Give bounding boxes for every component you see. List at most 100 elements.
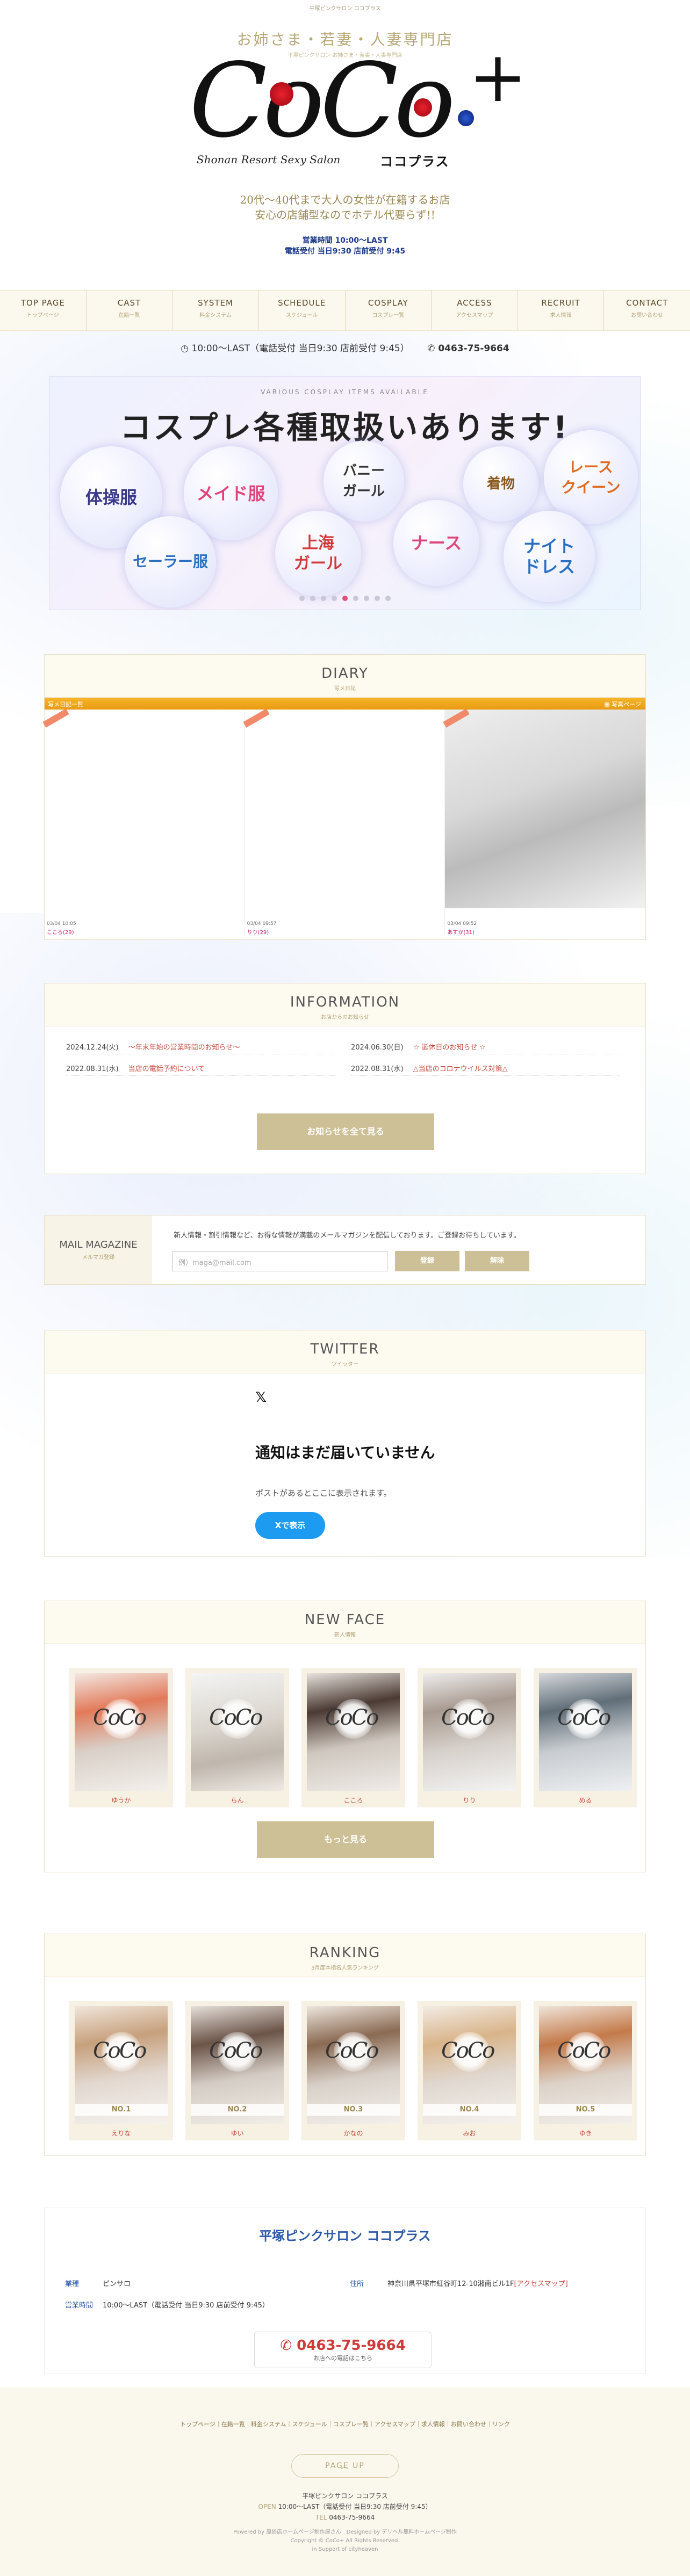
nav-item-system[interactable]: SYSTEM 料金システム — [172, 291, 259, 330]
nav-item-contact[interactable]: CONTACT お問い合わせ — [604, 291, 690, 330]
pager-dot-active[interactable] — [342, 596, 348, 601]
cosplay-banner[interactable]: VARIOUS COSPLAY ITEMS AVAILABLE コスプレ各種取扱… — [49, 376, 641, 610]
info-item[interactable]: 2024.06.30(日) ☆ 誕休日のお知らせ ☆ — [351, 1038, 620, 1054]
shop-title: 平塚ピンクサロン ココプラス — [259, 2228, 431, 2244]
diary-post[interactable]: 03/04 09:52 あすか(31) — [443, 708, 646, 936]
cast-name: りり — [463, 1797, 476, 1804]
logo-kana: ココプラス — [380, 154, 450, 169]
email-input[interactable]: 例）maga@mail.com — [172, 1251, 387, 1271]
phone-icon: ✆ — [427, 343, 439, 354]
newface-cards: CoCo ゆうか CoCo らん CoCo こころ CoCo りり CoCo める — [69, 1668, 637, 1807]
strip-tel-link[interactable]: ✆ 0463-75-9664 — [427, 343, 509, 354]
diary-list-link[interactable]: 写メ日記一覧 — [48, 701, 83, 708]
nav-label: SYSTEM — [198, 298, 233, 308]
info-item[interactable]: 2022.08.31(水) △当店のコロナウイルス対策△ — [351, 1060, 620, 1076]
nav-item-top[interactable]: TOP PAGE トップページ — [0, 291, 87, 330]
more-newface-button[interactable]: もっと見る — [257, 1821, 434, 1858]
pager-dot[interactable] — [385, 596, 391, 601]
nav-item-cosplay[interactable]: COSPLAY コスプレ一覧 — [346, 291, 432, 330]
diary-section: DIARY 写メ日記 写メ日記一覧 ▦ 写真ページ 03/04 10:05 こころ… — [42, 654, 646, 940]
pager-dot[interactable] — [320, 596, 326, 601]
rank-badge: NO.5 — [539, 2104, 632, 2116]
nav-item-schedule[interactable]: SCHEDULE スケジュール — [259, 291, 346, 330]
unsubscribe-button[interactable]: 解除 — [465, 1251, 529, 1271]
nav-sublabel: 求人情報 — [550, 313, 572, 319]
photo-page-link[interactable]: ▦ 写真ページ — [604, 700, 641, 708]
post-author[interactable]: りり(29) — [247, 928, 269, 936]
nav-item-cast[interactable]: CAST 在籍一覧 — [87, 291, 173, 330]
view-on-x-button[interactable]: Xで表示 — [255, 1512, 325, 1539]
nav-sublabel: 在籍一覧 — [118, 313, 140, 319]
section-title: INFORMATION — [290, 994, 400, 1010]
ranking-card[interactable]: CoCo NO.1 えりな — [69, 2001, 173, 2140]
grid-icon: ▦ — [604, 701, 612, 708]
footer-tel-key: TEL — [315, 2514, 327, 2521]
banner-title: コスプレ各種取扱いあります! — [120, 409, 570, 446]
cast-card[interactable]: CoCo ゆうか — [69, 1668, 173, 1807]
cast-card[interactable]: CoCo める — [534, 1668, 637, 1807]
shop-type-key: 業種 — [65, 2280, 80, 2288]
diary-bar: 写メ日記一覧 ▦ 写真ページ — [45, 698, 645, 710]
post-time: 03/04 09:52 — [447, 921, 477, 927]
diary-post[interactable]: 03/04 10:05 こころ(29) — [42, 708, 245, 936]
pager-dot[interactable] — [310, 596, 315, 601]
logo-watermark: CoCo — [325, 2038, 379, 2063]
section-subtitle: 新人情報 — [334, 1632, 356, 1638]
footer-shop-name: 平塚ピンクサロン ココプラス — [302, 2492, 388, 2500]
register-button[interactable]: 登録 — [395, 1251, 459, 1271]
newface-heading: NEW FACE 新人情報 — [45, 1601, 645, 1644]
header-hours: 営業時間 10:00～LAST 電話受付 当日9:30 店前受付 9:45 — [0, 235, 690, 257]
shop-address-value: 神奈川県平塚市紅谷町12-10湘南ビル1F — [387, 2280, 514, 2288]
all-info-button[interactable]: お知らせを全て見る — [257, 1113, 434, 1150]
nav-item-access[interactable]: ACCESS アクセスマップ — [432, 291, 518, 330]
mail-magazine-section: MAIL MAGAZINE メルマガ登録 新人情報・割引情報など、お得な情報が満載… — [44, 1215, 646, 1285]
diary-post[interactable]: 03/04 09:57 りり(29) — [243, 708, 445, 936]
twitter-heading: TWITTER ツイッター — [45, 1330, 645, 1373]
cast-name: める — [579, 1797, 592, 1804]
shop-type-value: ピンサロ — [103, 2280, 131, 2288]
shop-hours-value: 10:00～LAST（電話受付 当日9:30 店前受付 9:45） — [103, 2302, 269, 2310]
nav-item-recruit[interactable]: RECRUIT 求人情報 — [518, 291, 605, 330]
post-author[interactable]: こころ(29) — [47, 928, 74, 936]
pager-dot[interactable] — [331, 596, 337, 601]
info-item[interactable]: 2022.08.31(水) 当店の電話予約について — [66, 1060, 335, 1076]
pager-dot[interactable] — [299, 596, 305, 601]
site-logo[interactable]: CoCo + Shonan Resort Sexy Salon ココプラス — [189, 42, 527, 169]
ranking-card[interactable]: CoCo NO.4 みお — [418, 2001, 521, 2140]
shop-tel-sub: お店への電話はこちら — [313, 2355, 372, 2362]
shop-tel-button[interactable]: ✆ 0463-75-9664 お店への電話はこちら — [254, 2332, 432, 2368]
ranking-card[interactable]: CoCo NO.5 ゆき — [534, 2001, 637, 2140]
post-author[interactable]: あすか(31) — [447, 928, 475, 936]
info-link[interactable]: 当店の電話予約について — [128, 1065, 205, 1073]
photo-page-label: 写真ページ — [612, 701, 641, 708]
info-link[interactable]: ☆ 誕休日のお知らせ ☆ — [413, 1044, 486, 1052]
nav-label: TOP PAGE — [20, 298, 65, 308]
twitter-section: TWITTER ツイッター 𝕏 通知はまだ届いていません ポストがあるとここに表示… — [44, 1330, 646, 1557]
cosplay-bubble: 着物 — [463, 446, 538, 522]
nav-sublabel: お問い合わせ — [631, 313, 664, 319]
cast-card[interactable]: CoCo らん — [185, 1668, 289, 1807]
section-title: NEW FACE — [304, 1612, 386, 1628]
ranking-card[interactable]: CoCo NO.2 ゆい — [185, 2001, 289, 2140]
info-link[interactable]: ～年末年始の営業時間のお知らせ～ — [128, 1044, 240, 1052]
cast-card[interactable]: CoCo りり — [418, 1668, 521, 1807]
info-link[interactable]: △当店のコロナウイルス対策△ — [413, 1065, 508, 1073]
pager-dot[interactable] — [374, 596, 380, 601]
section-subtitle: 写メ日記 — [334, 686, 356, 692]
ranking-card[interactable]: CoCo NO.3 かなの — [301, 2001, 405, 2140]
pager-dot[interactable] — [353, 596, 358, 601]
cast-name: かなの — [343, 2130, 363, 2137]
new-ribbon — [42, 708, 69, 728]
info-item[interactable]: 2024.12.24(火) ～年末年始の営業時間のお知らせ～ — [66, 1038, 335, 1054]
desc-line-1: 20代～40代まで大人の女性が在籍するお店 — [240, 193, 450, 206]
footer-powered[interactable]: Powered by 風俗店ホームページ制作屋さん Designed by デリ… — [0, 2528, 690, 2537]
x-logo-icon[interactable]: 𝕏 — [255, 1390, 267, 1406]
cosplay-bubble: バニー ガール — [324, 441, 404, 522]
pager-dot[interactable] — [363, 596, 369, 601]
nav-label: CONTACT — [626, 298, 669, 308]
cast-card[interactable]: CoCo こころ — [301, 1668, 405, 1807]
shop-address-row: 住所 神奈川県平塚市紅谷町12-10湘南ビル1F[アクセスマップ] — [350, 2278, 568, 2288]
footer-links[interactable]: トップページ｜在籍一覧｜料金システム｜スケジュール｜コスプレ一覧｜アクセスマップ… — [0, 2420, 690, 2428]
section-title: DIARY — [321, 665, 369, 682]
access-map-link[interactable]: [アクセスマップ] — [514, 2280, 568, 2288]
